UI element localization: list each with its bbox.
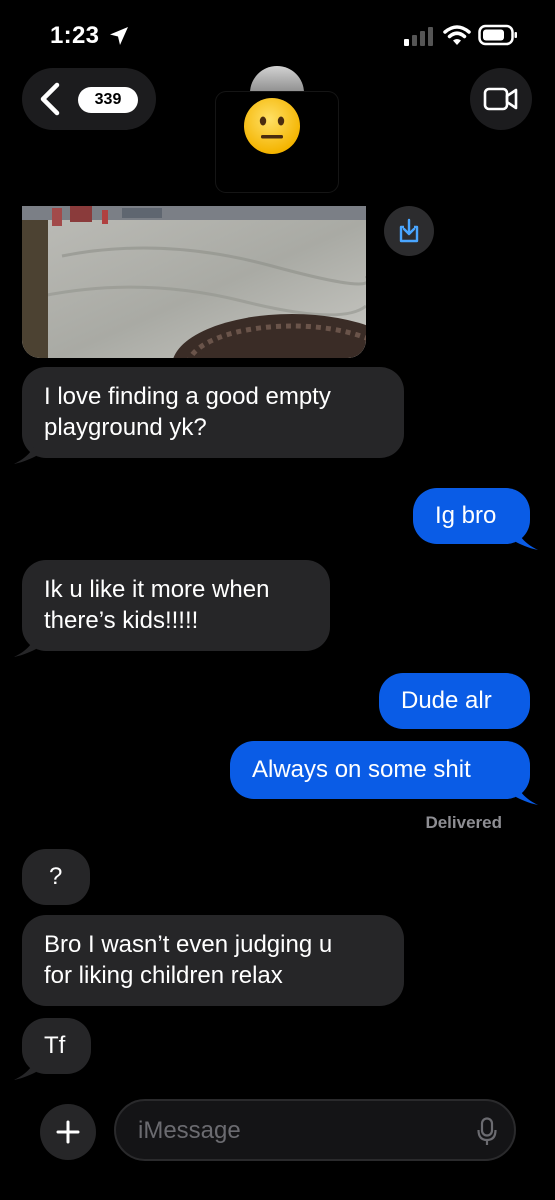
message-line: I love finding a good empty	[44, 383, 331, 410]
unread-count-badge: 339	[78, 87, 138, 113]
facetime-video-button[interactable]	[470, 68, 532, 130]
image-attachment[interactable]	[22, 206, 366, 358]
outgoing-message[interactable]: Always on some shit	[230, 741, 538, 805]
chevron-left-icon	[40, 82, 60, 116]
location-arrow-icon	[110, 27, 128, 45]
message-line: ?	[49, 863, 63, 890]
message-line: playground yk?	[44, 414, 207, 441]
message-line: Bro I wasn’t even judging u	[44, 931, 333, 958]
incoming-message[interactable]: I love finding a good empty playground y…	[14, 367, 404, 464]
contact-avatar[interactable]	[250, 66, 304, 94]
plus-icon	[56, 1120, 80, 1144]
video-camera-icon	[483, 87, 518, 111]
microphone-icon[interactable]	[476, 1117, 498, 1147]
incoming-message[interactable]: Tf	[14, 1018, 91, 1080]
battery-icon	[478, 24, 517, 46]
bubble-tail	[516, 528, 538, 550]
back-button[interactable]: 339	[22, 68, 156, 130]
save-download-icon	[399, 218, 419, 243]
incoming-message[interactable]: Ik u like it more when there’s kids!!!!!	[14, 560, 330, 657]
incoming-message[interactable]: Bro I wasn’t even judging u for liking c…	[22, 915, 404, 1006]
outgoing-message[interactable]: Ig bro	[413, 488, 538, 550]
message-line: Ik u like it more when	[44, 576, 270, 603]
imessage-input[interactable]	[138, 1115, 458, 1147]
outgoing-message[interactable]: Dude alr	[379, 673, 530, 729]
bubble-tail	[14, 442, 36, 464]
bubble-tail	[14, 1058, 36, 1080]
message-composer[interactable]	[114, 1099, 516, 1161]
apps-plus-button[interactable]	[40, 1104, 96, 1160]
bubble-tail	[516, 783, 538, 805]
message-line: Ig bro	[435, 502, 497, 529]
status-time: 1:23	[50, 22, 100, 49]
cellular-signal-icon	[404, 27, 433, 46]
message-line: there’s kids!!!!!	[44, 607, 199, 634]
wifi-icon	[443, 25, 471, 45]
message-line: Dude alr	[401, 687, 492, 714]
playground-photo	[22, 206, 366, 358]
save-image-button[interactable]	[384, 206, 434, 256]
message-line: Always on some shit	[252, 756, 471, 783]
incoming-message[interactable]: ?	[22, 849, 90, 905]
bubble-tail	[14, 635, 36, 657]
status-bar: 1:23	[0, 0, 555, 70]
message-line: for liking children relax	[44, 962, 283, 989]
neutral-face-emoji[interactable]	[242, 96, 302, 156]
delivered-status: Delivered	[425, 813, 502, 832]
message-line: Tf	[44, 1032, 66, 1059]
